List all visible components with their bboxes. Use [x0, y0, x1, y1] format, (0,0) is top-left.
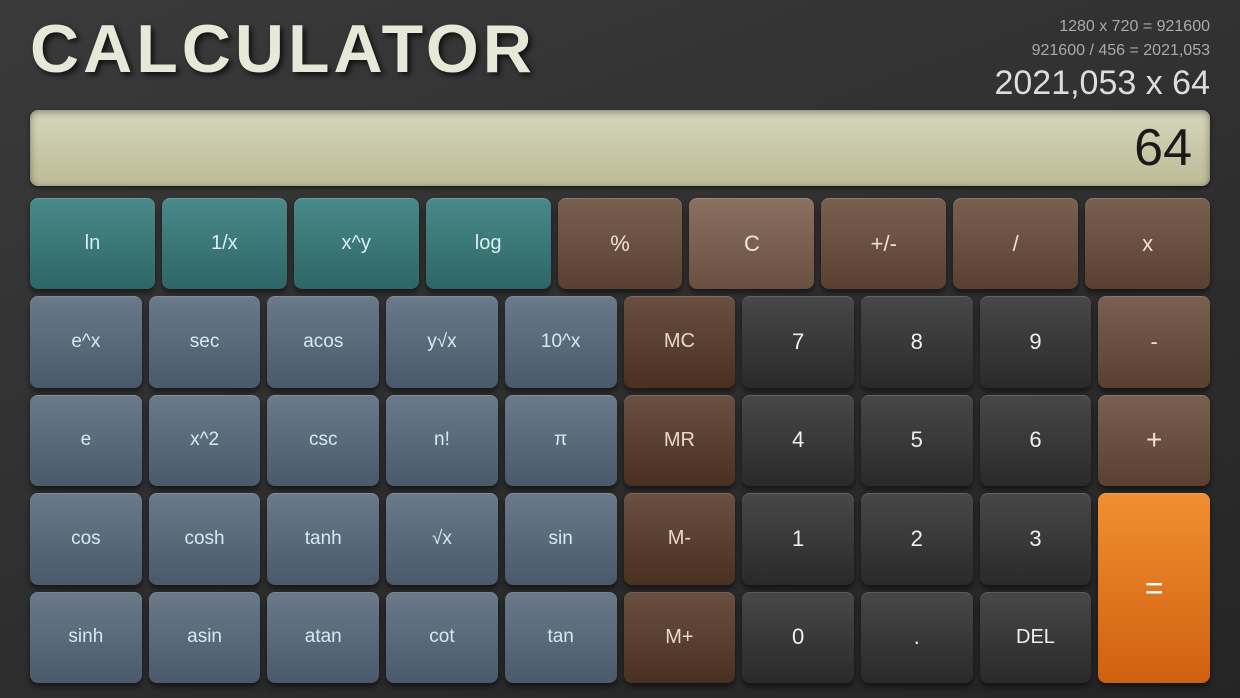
- btn-1[interactable]: 1: [742, 493, 854, 584]
- btn-ln[interactable]: ln: [30, 198, 155, 289]
- button-row-5: sinh asin atan cot tan M+ 0 . DEL: [30, 592, 1210, 683]
- btn-cosh[interactable]: cosh: [149, 493, 261, 584]
- button-row-3: e x^2 csc n! π MR 4 5 6 +: [30, 395, 1210, 486]
- btn-tenpowx[interactable]: 10^x: [505, 296, 617, 387]
- btn-4[interactable]: 4: [742, 395, 854, 486]
- btn-asin[interactable]: asin: [149, 592, 261, 683]
- calculator-app: CALCULATOR 1280 x 720 = 921600 921600 / …: [0, 0, 1240, 698]
- history-line-2: 921600 / 456 = 2021,053: [994, 39, 1210, 63]
- btn-sin[interactable]: sin: [505, 493, 617, 584]
- button-row-2: e^x sec acos y√x 10^x MC 7 8 9 -: [30, 296, 1210, 387]
- btn-epowx[interactable]: e^x: [30, 296, 142, 387]
- btn-7[interactable]: 7: [742, 296, 854, 387]
- btn-sec[interactable]: sec: [149, 296, 261, 387]
- btn-del[interactable]: DEL: [980, 592, 1092, 683]
- history-panel: 1280 x 720 = 921600 921600 / 456 = 2021,…: [994, 10, 1210, 104]
- button-row-4: cos cosh tanh √x sin M- 1 2 3 =: [30, 493, 1210, 584]
- display: 64: [30, 110, 1210, 186]
- btn-inv[interactable]: 1/x: [162, 198, 287, 289]
- btn-0[interactable]: 0: [742, 592, 854, 683]
- btn-euler[interactable]: e: [30, 395, 142, 486]
- btn-clear[interactable]: C: [689, 198, 814, 289]
- btn-divide[interactable]: /: [953, 198, 1078, 289]
- history-line-1: 1280 x 720 = 921600: [994, 15, 1210, 39]
- btn-3[interactable]: 3: [980, 493, 1092, 584]
- btn-mminus[interactable]: M-: [624, 493, 736, 584]
- btn-atan[interactable]: atan: [267, 592, 379, 683]
- display-value: 64: [1134, 118, 1192, 178]
- history-line-3: 2021,053 x 64: [994, 63, 1210, 104]
- btn-log[interactable]: log: [426, 198, 551, 289]
- btn-sqrt[interactable]: √x: [386, 493, 498, 584]
- btn-plus[interactable]: +: [1098, 395, 1210, 486]
- btn-percent[interactable]: %: [558, 198, 683, 289]
- btn-tanh[interactable]: tanh: [267, 493, 379, 584]
- btn-csc[interactable]: csc: [267, 395, 379, 486]
- btn-9[interactable]: 9: [980, 296, 1092, 387]
- button-row-1: ln 1/x x^y log % C +/- / x: [30, 198, 1210, 289]
- btn-acos[interactable]: acos: [267, 296, 379, 387]
- btn-ysqrtx[interactable]: y√x: [386, 296, 498, 387]
- btn-equals[interactable]: =: [1098, 493, 1210, 683]
- equals-wrapper: =: [1098, 493, 1210, 584]
- btn-plusminus[interactable]: +/-: [821, 198, 946, 289]
- btn-6[interactable]: 6: [980, 395, 1092, 486]
- btn-mc[interactable]: MC: [624, 296, 736, 387]
- btn-pi[interactable]: π: [505, 395, 617, 486]
- btn-multiply[interactable]: x: [1085, 198, 1210, 289]
- app-title: CALCULATOR: [30, 15, 536, 83]
- btn-5[interactable]: 5: [861, 395, 973, 486]
- header: CALCULATOR 1280 x 720 = 921600 921600 / …: [30, 10, 1210, 104]
- btn-factorial[interactable]: n!: [386, 395, 498, 486]
- btn-cot[interactable]: cot: [386, 592, 498, 683]
- btn-2[interactable]: 2: [861, 493, 973, 584]
- btn-8[interactable]: 8: [861, 296, 973, 387]
- btn-xpowy[interactable]: x^y: [294, 198, 419, 289]
- btn-dot[interactable]: .: [861, 592, 973, 683]
- btn-mr[interactable]: MR: [624, 395, 736, 486]
- btn-cos[interactable]: cos: [30, 493, 142, 584]
- btn-tan[interactable]: tan: [505, 592, 617, 683]
- btn-xpow2[interactable]: x^2: [149, 395, 261, 486]
- btn-minus[interactable]: -: [1098, 296, 1210, 387]
- btn-mplus[interactable]: M+: [624, 592, 736, 683]
- button-grid: ln 1/x x^y log % C +/- / x e^x sec acos …: [30, 198, 1210, 683]
- btn-sinh[interactable]: sinh: [30, 592, 142, 683]
